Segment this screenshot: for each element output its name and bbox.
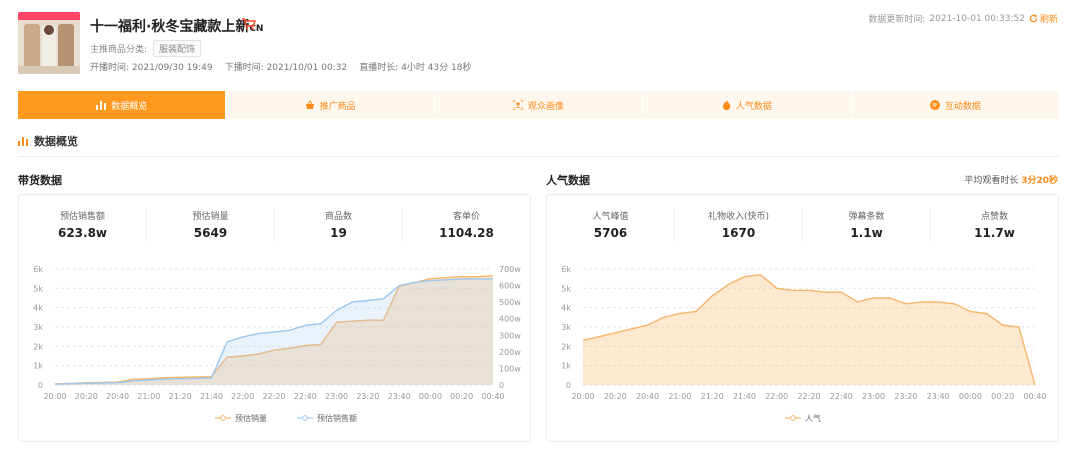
x-tick-label: 21:20 (701, 392, 724, 401)
x-tick-label: 20:20 (604, 392, 627, 401)
category-row: 主推商品分类: 服装配饰 (90, 40, 202, 57)
end-time: 下播时间: 2021/10/01 00:32 (224, 63, 348, 73)
x-tick-label: 21:00 (137, 392, 160, 401)
tab-audience[interactable]: 观众画像 (433, 91, 642, 119)
portrait-icon (513, 100, 523, 110)
x-tick-label: 22:00 (231, 392, 254, 401)
x-tick-label: 20:40 (106, 392, 129, 401)
y-tick-label: 0 (38, 381, 43, 390)
x-tick-label: 23:20 (894, 392, 917, 401)
y2-tick-label: 300w (499, 331, 521, 340)
x-tick-label: 00:20 (450, 392, 473, 401)
y-tick-label: 4k (561, 304, 571, 313)
update-info: 数据更新时间: 2021-10-01 00:33:52 刷新 (868, 12, 1058, 26)
x-tick-label: 23:00 (862, 392, 885, 401)
x-tick-label: 20:00 (43, 392, 66, 401)
y-tick-label: 2k (33, 342, 43, 351)
x-tick-label: 22:20 (797, 392, 820, 401)
average-watch-time: 平均观看时长 3分20秒 (964, 176, 1058, 186)
popularity-panel-title: 人气数据 (546, 174, 590, 187)
x-tick-label: 00:20 (991, 392, 1014, 401)
sales-panel-title: 带货数据 (18, 174, 62, 187)
data-tabs: 数据概览 推广商品 观众画像 人气数据 互动数据 (18, 91, 1059, 119)
x-tick-label: 23:40 (388, 392, 411, 401)
x-tick-label: 22:40 (294, 392, 317, 401)
tab-popularity[interactable]: 人气数据 (642, 91, 850, 119)
y-tick-label: 3k (561, 323, 571, 332)
x-tick-label: 21:40 (733, 392, 756, 401)
bar-chart-icon (96, 100, 107, 110)
y2-tick-label: 400w (499, 315, 521, 324)
live-duration: 直播时长: 4小时 43分 18秒 (359, 63, 472, 73)
live-cover-thumbnail[interactable] (18, 12, 80, 74)
y-tick-label: 6k (561, 265, 571, 274)
legend-label: 预估销售额 (317, 413, 357, 423)
refresh-button[interactable]: 刷新 (1029, 12, 1058, 25)
sales-card: 预估销售额 623.8w 预估销量 5649 商品数 19 客单价 1104.2… (18, 194, 531, 442)
y-tick-label: 6k (33, 265, 43, 274)
live-title: 十一福利·秋冬宝藏款上新CN (90, 19, 264, 35)
category-tag[interactable]: 服装配饰 (153, 40, 202, 57)
x-tick-label: 00:40 (1023, 392, 1046, 401)
popularity-card: 人气峰值 5706 礼物收入(快币) 1670 弹幕条数 1.1w 点赞数 11… (546, 194, 1059, 442)
section-title: 数据概览 (18, 133, 78, 149)
cart-icon[interactable] (242, 18, 256, 30)
y-tick-label: 4k (33, 304, 43, 313)
legend-marker (220, 415, 226, 421)
tab-interaction[interactable]: 互动数据 (850, 91, 1059, 119)
x-tick-label: 00:00 (959, 392, 982, 401)
x-tick-label: 22:40 (830, 392, 853, 401)
x-tick-label: 21:00 (668, 392, 691, 401)
x-tick-label: 23:20 (356, 392, 379, 401)
y2-tick-label: 600w (499, 282, 521, 291)
y2-tick-label: 100w (499, 364, 521, 373)
flame-icon (722, 99, 731, 110)
tab-overview[interactable]: 数据概览 (18, 91, 226, 119)
x-tick-label: 20:00 (571, 392, 594, 401)
x-tick-label: 00:40 (481, 392, 504, 401)
live-header: 十一福利·秋冬宝藏款上新CN 主推商品分类: 服装配饰 开播时间: 2021/0… (0, 0, 1080, 86)
legend-label: 预估销量 (235, 413, 267, 423)
y2-tick-label: 200w (499, 348, 521, 357)
x-tick-label: 20:40 (636, 392, 659, 401)
tab-products[interactable]: 推广商品 (225, 91, 433, 119)
x-tick-label: 23:00 (325, 392, 348, 401)
x-tick-label: 21:40 (200, 392, 223, 401)
y-tick-label: 3k (33, 323, 43, 332)
y-tick-label: 1k (561, 362, 571, 371)
sales-chart[interactable]: 0 1k 2k 3k 4k 5k 6k 0 100w 200w 300w 400w 500w 600w 70… (19, 195, 532, 443)
live-time-row: 开播时间: 2021/09/30 19:49 下播时间: 2021/10/01 … (90, 60, 471, 73)
category-label: 主推商品分类: (90, 45, 148, 55)
x-tick-label: 00:00 (419, 392, 442, 401)
x-tick-label: 22:00 (765, 392, 788, 401)
y2-tick-label: 0 (499, 381, 504, 390)
x-tick-label: 22:20 (262, 392, 285, 401)
x-tick-label: 20:20 (75, 392, 98, 401)
refresh-icon (1029, 14, 1038, 23)
y2-tick-label: 700w (499, 265, 521, 274)
bar-chart-icon (18, 136, 28, 146)
y-tick-label: 5k (561, 284, 571, 293)
interaction-icon (929, 100, 940, 110)
y2-tick-label: 500w (499, 298, 521, 307)
update-label: 数据更新时间: (868, 15, 926, 25)
start-time: 开播时间: 2021/09/30 19:49 (90, 63, 213, 73)
y-tick-label: 5k (33, 284, 43, 293)
legend-marker (790, 415, 796, 421)
live-data-page: 十一福利·秋冬宝藏款上新CN 主推商品分类: 服装配饰 开播时间: 2021/0… (0, 0, 1080, 456)
popularity-chart[interactable]: 0 1k 2k 3k 4k 5k 6k 20:00 20:20 20:40 21:00 21:20 21… (547, 195, 1060, 443)
basket-icon (305, 100, 314, 109)
x-tick-label: 23:40 (927, 392, 950, 401)
x-tick-label: 21:20 (169, 392, 192, 401)
y-tick-label: 2k (561, 342, 571, 351)
y-tick-label: 0 (566, 381, 571, 390)
legend-marker (302, 415, 308, 421)
legend-label: 人气 (805, 413, 821, 423)
y-tick-label: 1k (33, 362, 43, 371)
series-area-0 (583, 274, 1035, 385)
update-time: 2021-10-01 00:33:52 (929, 13, 1025, 24)
section-divider (18, 156, 1059, 157)
